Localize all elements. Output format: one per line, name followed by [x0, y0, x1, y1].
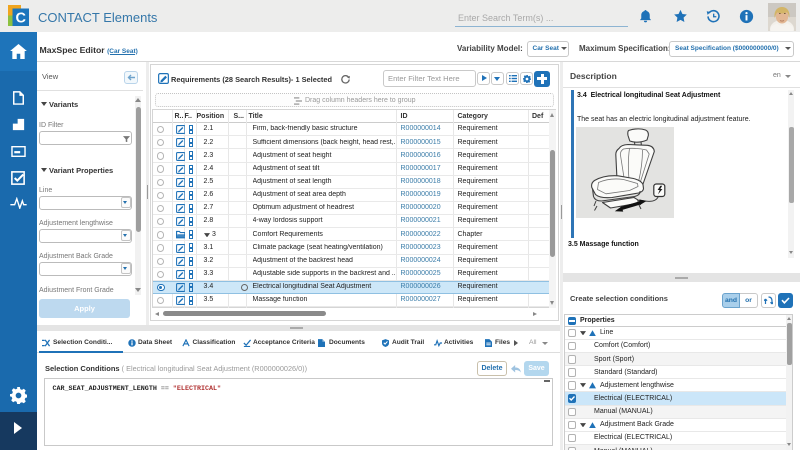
- svg-text:C: C: [15, 11, 26, 27]
